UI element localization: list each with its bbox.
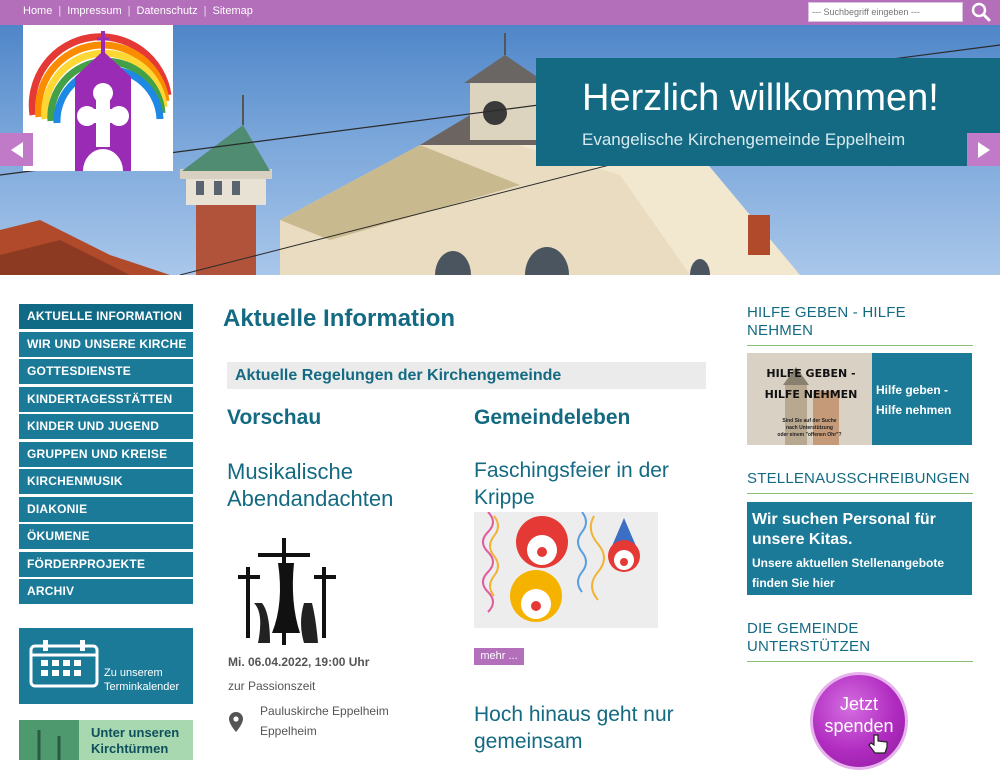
crucifixion-image [234,533,344,648]
hilfe-heading-line1: HILFE GEBEN - HILFE [747,304,906,321]
sidebar-item-wir-und-unsere-kirche[interactable]: WIR UND UNSERE KIRCHE [19,331,193,357]
pointer-hand-icon [868,734,888,754]
kirchtuerme-label-line1: Unter unseren [91,725,180,740]
topnav-separator: | [58,5,62,17]
article-location-city: Eppelheim [260,724,317,738]
sidebar-item-foerderprojekte[interactable]: FÖRDERPROJEKTE [19,551,193,577]
article-title-line1: Faschingsfeier in der [474,459,669,482]
sidebar-item-archiv[interactable]: ARCHIV [19,579,193,604]
stellen-title-line2: unsere Kitas. [752,531,853,548]
donate-label-line1: Jetzt [839,694,878,714]
kirchtuerme-link[interactable]: Unter unseren Kirchtürmen [19,720,193,760]
stellen-text: Unsere aktuellen Stellenangebote finden … [752,553,967,593]
sidebar-item-kindertagesstaetten[interactable]: KINDERTAGESSTÄTTEN [19,386,193,412]
stellen-text-line1: Unsere aktuellen Stellenangebote [752,556,945,570]
clown-faces-image [474,512,658,628]
stellen-heading: STELLENAUSSCHREIBUNGEN [747,470,970,487]
calendar-label-line2: Terminkalender [104,681,180,693]
search-button[interactable] [968,1,994,23]
topnav-impressum-link[interactable]: Impressum [67,5,121,17]
article-title-line1: Musikalische [227,459,353,484]
article-title-abendandachten[interactable]: Musikalische Abendandachten [227,458,393,512]
hero-banner: Herzlich willkommen! Evangelische Kirche… [0,25,1000,275]
support-heading-line1: DIE GEMEINDE [747,620,859,637]
hilfe-image-small-text: Sind Sie auf der Suche nach Unterstützun… [747,418,872,439]
welcome-panel: Herzlich willkommen! Evangelische Kirche… [536,58,1000,166]
article-date: Mi. 06.04.2022, 19:00 Uhr [228,655,370,669]
calendar-link[interactable]: Zu unserem Terminkalender [19,628,193,704]
article-title-line2: Krippe [474,486,535,509]
arrow-left-icon [10,141,23,158]
slider-next-button[interactable] [967,133,1000,166]
topnav-separator: | [203,5,207,17]
welcome-subtitle: Evangelische Kirchengemeinde Eppelheim [582,130,906,149]
hilfe-teaser[interactable]: HILFE GEBEN - HILFE NEHMEN Sind Sie auf … [747,353,972,445]
top-nav: Home | Impressum | Datenschutz | Sitemap [23,5,253,17]
article-title-line2: gemeinsam [474,730,583,753]
welcome-title: Herzlich willkommen! [582,77,939,119]
support-heading-line2: UNTERSTÜTZEN [747,638,871,655]
kirchtuerme-label: Unter unseren Kirchtürmen [91,725,179,757]
hilfe-image-small-line2: nach Unterstützung [786,425,833,431]
hilfe-image-small-line3: oder einem "offenen Ohr"? [777,432,842,438]
slider-prev-button[interactable] [0,133,33,166]
donate-label: Jetzt spenden [813,693,905,737]
sidebar-item-gottesdienste[interactable]: GOTTESDIENSTE [19,359,193,384]
hilfe-image-caption: HILFE GEBEN - HILFE NEHMEN [761,363,861,405]
hilfe-link-line2: Hilfe nehmen [876,403,952,417]
sidebar-item-oekumene[interactable]: ÖKUMENE [19,524,193,549]
search-input[interactable] [808,2,963,22]
hilfe-link-line1: Hilfe geben - [876,383,949,397]
hilfe-image-small-line1: Sind Sie auf der Suche [782,418,837,424]
top-bar: Home | Impressum | Datenschutz | Sitemap [0,0,1000,25]
article-subtitle: zur Passionszeit [228,679,316,693]
support-heading: DIE GEMEINDE UNTERSTÜTZEN [747,620,870,656]
stellen-title-line1: Wir suchen Personal für [752,511,936,528]
donate-label-line2: spenden [824,716,894,736]
hilfe-image-line2: HILFE NEHMEN [764,388,858,401]
kirchtuerme-label-line2: Kirchtürmen [91,741,169,756]
more-button[interactable]: mehr ... [474,648,524,665]
arrow-right-icon [977,141,990,158]
sidebar-item-diakonie[interactable]: DIAKONIE [19,496,193,522]
hilfe-image: HILFE GEBEN - HILFE NEHMEN Sind Sie auf … [747,353,872,445]
calendar-label-line1: Zu unserem [104,667,163,679]
article-location-church: Pauluskirche Eppelheim [260,704,389,718]
sidebar-item-kinder-und-jugend[interactable]: KINDER UND JUGEND [19,414,193,439]
article-title-line1: Hoch hinaus geht nur [474,703,674,726]
page-title: Aktuelle Information [223,305,456,332]
hilfe-image-line1: HILFE GEBEN - [766,367,856,380]
topnav-datenschutz-link[interactable]: Datenschutz [136,5,197,17]
section-heading-vorschau: Vorschau [227,406,322,429]
article-title-hoch-hinaus[interactable]: Hoch hinaus geht nur gemeinsam [474,701,674,755]
topnav-separator: | [127,5,131,17]
calendar-label: Zu unserem Terminkalender [104,666,179,694]
sidebar-nav: AKTUELLE INFORMATION WIR UND UNSERE KIRC… [19,304,193,607]
divider [747,345,973,346]
sidebar-item-gruppen-und-kreise[interactable]: GRUPPEN UND KREISE [19,441,193,467]
calendar-icon [29,640,99,688]
location-pin-icon [229,712,243,732]
hilfe-link[interactable]: Hilfe geben - Hilfe nehmen [876,380,951,420]
divider [747,661,973,662]
site-logo[interactable] [23,25,173,171]
donate-button[interactable]: Jetzt spenden [810,672,908,770]
article-title-line2: Abendandachten [227,486,394,511]
divider [747,493,973,494]
stellen-text-line2: finden Sie hier [752,576,835,590]
topnav-home-link[interactable]: Home [23,5,52,17]
stellen-teaser[interactable]: Wir suchen Personal für unsere Kitas. Un… [747,502,972,595]
stellen-title: Wir suchen Personal für unsere Kitas. [752,510,967,550]
hilfe-heading-line2: NEHMEN [747,322,814,339]
hilfe-heading: HILFE GEBEN - HILFE NEHMEN [747,304,906,340]
regelungen-banner[interactable]: Aktuelle Regelungen der Kirchengemeinde [227,362,706,389]
rainbow-church-logo [28,31,172,171]
topnav-sitemap-link[interactable]: Sitemap [212,5,252,17]
search-icon [971,2,991,22]
section-heading-gemeindeleben: Gemeindeleben [474,406,631,429]
sidebar-item-kirchenmusik[interactable]: KIRCHENMUSIK [19,469,193,494]
article-title-faschingsfeier[interactable]: Faschingsfeier in der Krippe [474,457,669,511]
sidebar-item-aktuelle-information[interactable]: AKTUELLE INFORMATION [19,304,193,329]
